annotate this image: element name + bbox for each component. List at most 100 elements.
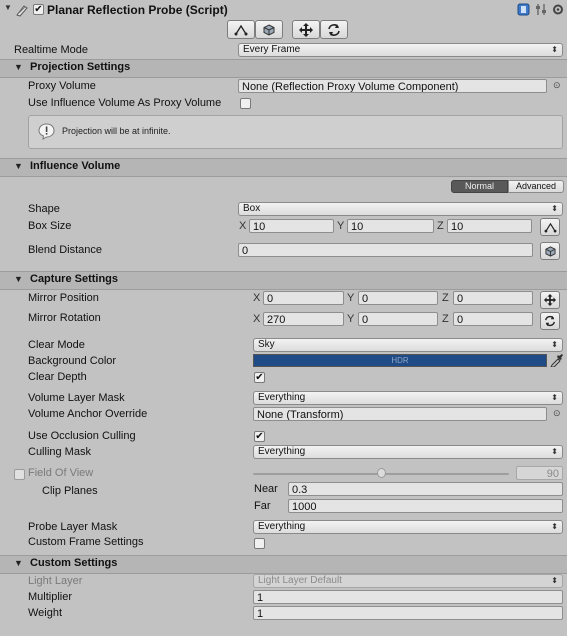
mirror-rotation-y-field[interactable]: 0 [358,312,438,326]
dropdown-arrows-icon: ⬍ [551,522,558,531]
foldout-arrow-icon[interactable]: ▼ [4,3,12,12]
box-size-z-value: 10 [451,221,464,233]
preset-sliders-icon[interactable] [535,3,548,16]
far-label: Far [254,500,271,512]
volume-layer-mask-label: Volume Layer Mask [28,392,125,404]
custom-settings-header[interactable]: ▼ Custom Settings [0,555,567,574]
field-of-view-value: 90 [546,468,559,480]
realtime-mode-value: Every Frame [243,44,301,55]
hdr-label: HDR [391,356,409,365]
proxy-volume-label: Proxy Volume [28,80,96,92]
probe-layer-mask-value: Everything [258,521,306,532]
light-layer-value: Light Layer Default [258,575,342,586]
capture-settings-header[interactable]: ▼ Capture Settings [0,271,567,290]
dropdown-arrows-icon: ⬍ [551,45,558,54]
influence-volume-header[interactable]: ▼ Influence Volume [0,158,567,177]
field-of-view-label: Field Of View [28,467,94,479]
volume-layer-mask-dropdown[interactable]: Everything ⬍ [253,391,563,405]
field-of-view-slider-thumb[interactable] [377,468,386,478]
move-tool-button[interactable] [292,20,320,39]
tab-advanced[interactable]: Advanced [508,180,564,193]
background-color-label: Background Color [28,355,117,367]
volume-anchor-override-value: None (Transform) [257,409,344,421]
mirror-position-y-field[interactable]: 0 [358,291,438,305]
mirror-rotation-z-field[interactable]: 0 [453,312,533,326]
mirror-position-x-field[interactable]: 0 [263,291,344,305]
weight-field[interactable]: 1 [253,606,563,620]
box-size-y-value: 10 [351,221,364,233]
near-clip-value: 0.3 [292,484,308,496]
shape-dropdown[interactable]: Box ⬍ [238,202,563,216]
move-arrows-icon [299,23,313,37]
near-clip-field[interactable]: 0.3 [288,482,563,496]
rotate-tool-button[interactable] [320,20,348,39]
mirror-rotation-x-value: 270 [267,314,286,326]
rotate-icon [545,315,555,327]
mirror-rotation-x-field[interactable]: 270 [263,312,344,326]
edit-box-size-button[interactable] [540,218,560,236]
axis-x-label: X [253,292,261,304]
volume-anchor-override-field[interactable]: None (Transform) [253,407,547,421]
object-picker-icon[interactable]: ⊙ [553,80,561,91]
eyedropper-icon[interactable] [550,353,564,367]
tab-advanced-label: Advanced [515,181,557,191]
move-arrows-icon [544,294,556,306]
capture-settings-title: Capture Settings [30,273,119,285]
mirror-position-z-field[interactable]: 0 [453,291,533,305]
projection-settings-header[interactable]: ▼ Projection Settings [0,59,567,78]
realtime-mode-dropdown[interactable]: Every Frame ⬍ [238,43,563,57]
use-occlusion-culling-checkbox[interactable]: ✔ [254,431,265,442]
rotate-icon [328,24,340,36]
component-enabled-checkbox[interactable]: ✔ [33,4,44,15]
rotate-mirror-button[interactable] [540,312,560,330]
custom-frame-settings-checkbox[interactable] [254,538,265,549]
edit-blend-distance-button[interactable] [540,242,560,260]
component-header: ▼ ✔ Planar Reflection Probe (Script) [0,0,567,20]
use-influence-volume-checkbox[interactable] [240,98,251,109]
blend-distance-field[interactable]: 0 [238,243,533,257]
book-help-icon[interactable] [517,3,530,16]
box-size-x-field[interactable]: 10 [249,219,334,233]
far-clip-field[interactable]: 1000 [288,499,563,513]
object-picker-icon[interactable]: ⊙ [553,408,561,419]
weight-label: Weight [28,607,63,619]
shape-value: Box [243,203,261,214]
clip-planes-label: Clip Planes [42,485,98,497]
multiplier-label: Multiplier [28,591,73,603]
blend-distance-label: Blend Distance [28,244,102,256]
mirror-position-label: Mirror Position [28,292,99,304]
blend-distance-value: 0 [242,245,249,257]
move-mirror-button[interactable] [540,291,560,309]
culling-mask-dropdown[interactable]: Everything ⬍ [253,445,563,459]
influence-volume-title: Influence Volume [30,160,121,172]
settings-gear-icon[interactable] [552,3,564,16]
culling-mask-label: Culling Mask [28,446,91,458]
custom-frame-settings-label: Custom Frame Settings [28,536,144,548]
field-of-view-value-field[interactable]: 90 [516,466,563,480]
proxy-volume-field[interactable]: None (Reflection Proxy Volume Component) [238,79,547,93]
clear-mode-dropdown[interactable]: Sky ⬍ [253,338,563,352]
box-size-z-field[interactable]: 10 [447,219,532,233]
foldout-arrow-icon: ▼ [14,558,23,568]
light-layer-label: Light Layer [28,575,83,587]
box-size-label: Box Size [28,220,72,232]
field-of-view-override-checkbox[interactable] [14,469,25,480]
use-influence-volume-label: Use Influence Volume As Proxy Volume [28,97,222,109]
culling-mask-value: Everything [258,446,306,457]
clear-depth-label: Clear Depth [28,371,87,383]
box-size-y-field[interactable]: 10 [347,219,434,233]
shape-label: Shape [28,203,60,215]
dropdown-arrows-icon: ⬍ [551,204,558,213]
edit-influence-shape-button[interactable] [227,20,255,39]
axis-z-label: Z [442,292,449,304]
tab-normal[interactable]: Normal [451,180,508,193]
edit-blend-button[interactable] [255,20,283,39]
clear-depth-checkbox[interactable]: ✔ [254,372,265,383]
probe-layer-mask-dropdown[interactable]: Everything ⬍ [253,520,563,534]
multiplier-field[interactable]: 1 [253,590,563,604]
cube-icon [263,24,275,36]
near-label: Near [254,483,278,495]
background-color-swatch[interactable]: HDR [253,354,547,367]
mirror-rotation-label: Mirror Rotation [28,312,101,324]
foldout-arrow-icon: ▼ [14,62,23,72]
